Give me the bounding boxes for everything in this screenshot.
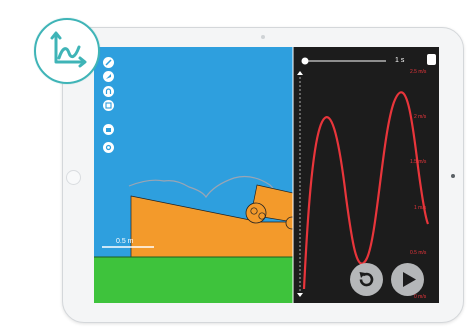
play-button[interactable] <box>391 263 424 296</box>
folder-tool-button[interactable] <box>103 124 114 135</box>
pen-tool-button[interactable] <box>103 57 114 68</box>
wheel-axle <box>250 207 258 215</box>
timeline-menu-icon[interactable] <box>427 54 436 65</box>
magnet-icon <box>105 88 112 94</box>
magnet-tool-button[interactable] <box>103 86 114 97</box>
ground <box>94 257 293 303</box>
pen-icon <box>105 59 112 66</box>
graph-y-tick-label: 0.5 m/s <box>410 250 427 256</box>
timeline-handle[interactable] <box>301 57 309 65</box>
camera-dot <box>261 35 265 39</box>
settings-icon <box>105 144 112 151</box>
wheel-axle <box>258 212 266 220</box>
velocity-graph-icon <box>50 31 87 68</box>
sensor-dot <box>451 174 455 178</box>
stamp-tool-button[interactable] <box>103 100 114 111</box>
replay-button[interactable] <box>350 263 383 296</box>
graph-y-tick-label: 1 m/s <box>414 205 427 211</box>
settings-tool-button[interactable] <box>103 142 114 153</box>
home-button <box>66 170 81 185</box>
simulation-scene <box>94 47 439 303</box>
replay-icon <box>359 272 374 287</box>
eraser-tool-button[interactable] <box>103 71 114 82</box>
timeline-time-label: 1 s <box>395 57 405 64</box>
app-screen: 0.5 m 1 s 2.5 m/s 2 m/s 1.5 m/s 1 m/s 0.… <box>94 47 439 303</box>
graph-y-tick-label: 2 m/s <box>414 114 427 120</box>
graph-y-tick-label: 2.5 m/s <box>410 69 427 75</box>
scale-bar-label: 0.5 m <box>116 238 134 245</box>
eraser-icon <box>106 74 111 79</box>
stamp-icon <box>105 102 112 109</box>
play-icon <box>403 272 416 287</box>
folder-icon <box>106 128 111 132</box>
velocity-graph-badge <box>34 18 100 84</box>
graph-y-tick-label: 1.5 m/s <box>410 159 427 165</box>
